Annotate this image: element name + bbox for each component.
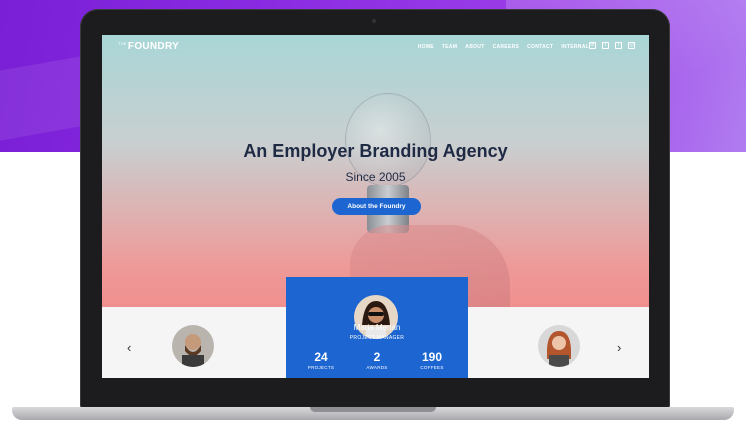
avatar-right[interactable]: [538, 325, 580, 367]
carousel-prev-arrow[interactable]: ‹: [127, 340, 131, 355]
navbar: THEFOUNDRY HOME TEAM ABOUT CAREERS CONTA…: [102, 35, 649, 57]
hero-headline: An Employer Branding Agency: [243, 141, 508, 161]
avatar-left[interactable]: [172, 325, 214, 367]
featured-avatar[interactable]: [354, 295, 398, 339]
carousel-next-arrow[interactable]: ›: [617, 340, 621, 355]
linkedin-icon[interactable]: in: [589, 42, 596, 49]
instagram-icon[interactable]: ◎: [628, 42, 635, 49]
about-foundry-button[interactable]: About the Foundry: [332, 198, 421, 215]
nav-contact[interactable]: CONTACT: [527, 44, 553, 50]
featured-name: Maria Merian: [353, 323, 401, 332]
hero-section: THEFOUNDRY HOME TEAM ABOUT CAREERS CONTA…: [102, 35, 649, 320]
hero-subheadline: Since 2005: [345, 170, 406, 184]
nav-team[interactable]: TEAM: [442, 44, 457, 50]
stat-awards: 2 AWARDS: [366, 350, 388, 370]
laptop-screen: THEFOUNDRY HOME TEAM ABOUT CAREERS CONTA…: [102, 35, 649, 378]
nav-menu: HOME TEAM ABOUT CAREERS CONTACT INTERNAL: [418, 44, 589, 50]
nav-careers[interactable]: CAREERS: [493, 44, 520, 50]
stat-projects: 24 PROJECTS: [307, 350, 335, 370]
featured-role: PROJECT MANAGER: [349, 335, 405, 341]
featured-member-card: Maria Merian PROJECT MANAGER 24 PROJECTS…: [286, 277, 468, 378]
social-links: in t f ◎: [589, 42, 635, 49]
laptop-base: [12, 407, 734, 420]
nav-internal[interactable]: INTERNAL: [561, 44, 589, 50]
nav-about[interactable]: ABOUT: [465, 44, 484, 50]
twitter-icon[interactable]: t: [602, 42, 609, 49]
site-logo[interactable]: THEFOUNDRY: [118, 41, 179, 52]
promo-stage: THEFOUNDRY HOME TEAM ABOUT CAREERS CONTA…: [0, 0, 746, 422]
stat-coffees: 190 COFFEES: [420, 350, 444, 370]
nav-home[interactable]: HOME: [418, 44, 434, 50]
camera-icon: [372, 19, 376, 23]
facebook-icon[interactable]: f: [615, 42, 622, 49]
